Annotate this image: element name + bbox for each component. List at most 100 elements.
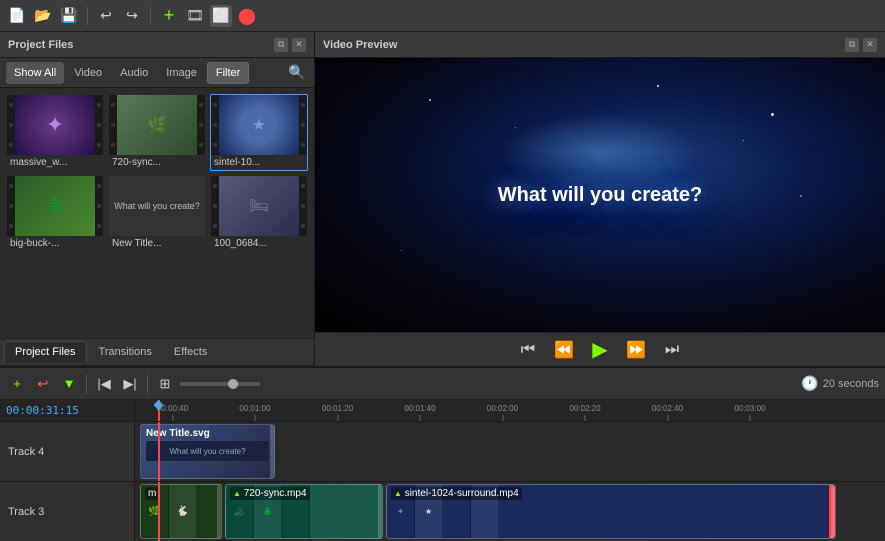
720sync-frame-1: 🏔 <box>226 485 254 539</box>
tab-effects[interactable]: Effects <box>164 341 217 363</box>
720sync-frame-2: 🌲 <box>254 485 282 539</box>
media-thumb-newtitle: What will you create? <box>109 176 205 236</box>
toolbar-separator-2 <box>150 7 151 25</box>
media-grid: ✦ massive_w... 🌿 <box>0 88 314 338</box>
720sync-frame-3 <box>282 485 310 539</box>
toolbar-separator-1 <box>87 7 88 25</box>
ruler-mark-200: 00:02:00 <box>487 404 518 421</box>
clip-resize-handle-right[interactable] <box>270 425 274 478</box>
clip-720sync[interactable]: 🏔 🌲 ▲ 720-sync.mp4 <box>225 484 383 540</box>
ruler-marks-container: 00:00:40 00:01:00 00:01:20 00:01:40 <box>135 400 885 421</box>
media-item-720sync[interactable]: 🌿 720-sync... <box>108 94 206 171</box>
preview-float-button[interactable]: ⧉ <box>845 38 859 52</box>
sintel-frame-1: ✦ <box>387 485 415 539</box>
tab-image[interactable]: Image <box>158 62 205 84</box>
main-toolbar: 📄 📂 💾 ↩ ↪ + 🎞 ⬜ ⬤ <box>0 0 885 32</box>
media-thumb-100068: 🛏 <box>211 176 307 236</box>
clip-svg-title: New Title.svg <box>146 428 269 439</box>
tab-show-all[interactable]: Show All <box>6 62 64 84</box>
media-label-100068: 100_0684... <box>211 236 307 251</box>
rewind-button[interactable]: ⏪ <box>550 336 578 364</box>
filter-tabs: Show All Video Audio Image Filter 🔍 <box>0 58 314 88</box>
search-button[interactable]: 🔍 <box>286 62 308 84</box>
timeline-tracks: New Title.svg What will you create? <box>135 422 885 541</box>
media-thumb-massive: ✦ <box>7 95 103 155</box>
project-files-title: Project Files <box>8 39 73 51</box>
track-4-label: Track 4 <box>0 422 134 482</box>
save-file-button[interactable]: 💾 <box>58 5 80 27</box>
sintel-frame-4 <box>471 485 499 539</box>
timeline-sep-1 <box>86 375 87 393</box>
media-thumb-sintel: ★ <box>211 95 307 155</box>
panel-close-button[interactable]: ✕ <box>292 38 306 52</box>
timeline-jump-end-button[interactable]: ▶| <box>119 373 141 395</box>
track3-playhead <box>158 482 160 541</box>
720sync-resize-handle[interactable] <box>378 485 382 539</box>
zoom-slider[interactable] <box>180 382 260 386</box>
ruler-mark-120: 00:01:20 <box>322 404 353 421</box>
clip-bigbuck[interactable]: 🌿 🐇 m <box>140 484 222 540</box>
ruler-mark-100: 00:01:00 <box>239 404 270 421</box>
sintel-resize-handle[interactable] <box>831 485 835 539</box>
ruler-mark-220: 00:02:20 <box>569 404 600 421</box>
ruler-mark-300: 00:03:00 <box>734 404 765 421</box>
timeline-view-button[interactable]: ⊞ <box>154 373 176 395</box>
timeline-jump-start-button[interactable]: |◀ <box>93 373 115 395</box>
play-button[interactable]: ▶ <box>586 336 614 364</box>
preview-panel-controls: ⧉ ✕ <box>845 38 877 52</box>
timeline-right: 00:00:40 00:01:00 00:01:20 00:01:40 <box>135 400 885 541</box>
add-clip-button[interactable]: + <box>158 5 180 27</box>
newtitle-preview-text: What will you create? <box>114 201 200 211</box>
timeline-filter-button[interactable]: ▼ <box>58 373 80 395</box>
media-item-100068[interactable]: 🛏 100_0684... <box>210 175 308 252</box>
new-file-button[interactable]: 📄 <box>6 5 28 27</box>
left-panel: Project Files ⧉ ✕ Show All Video Audio I… <box>0 32 315 366</box>
tab-video[interactable]: Video <box>66 62 110 84</box>
zoom-slider-thumb[interactable] <box>228 379 238 389</box>
track-3-label: Track 3 <box>0 482 134 541</box>
ruler-mark-240: 00:02:40 <box>652 404 683 421</box>
skip-to-start-button[interactable]: ⏮ <box>514 336 542 364</box>
transitions-toolbar-button[interactable]: 🎞 <box>184 5 206 27</box>
star-7 <box>771 113 774 116</box>
media-item-sintel[interactable]: ★ sintel-10... <box>210 94 308 171</box>
tab-project-files[interactable]: Project Files <box>4 341 87 363</box>
star-6 <box>401 250 402 251</box>
track-3-row: 🌿 🐇 m 🏔 <box>135 482 885 541</box>
main-content-area: Project Files ⧉ ✕ Show All Video Audio I… <box>0 32 885 366</box>
tab-transitions[interactable]: Transitions <box>89 341 162 363</box>
redo-button[interactable]: ↪ <box>121 5 143 27</box>
ruler-playhead <box>158 400 160 421</box>
timeline-ruler: 00:00:40 00:01:00 00:01:20 00:01:40 <box>135 400 885 422</box>
clip-sintel[interactable]: ✦ ★ ▲ sintel-1024-surround.mp4 <box>386 484 836 540</box>
export-button[interactable]: ⬜ <box>210 5 232 27</box>
timeline-section: + ↩ ▼ |◀ ▶| ⊞ 🕐 20 seconds 00:00:31:15 T… <box>0 366 885 541</box>
media-item-newtitle[interactable]: What will you create? New Title... <box>108 175 206 252</box>
preview-glow-effect <box>500 114 700 194</box>
video-preview-header: Video Preview ⧉ ✕ <box>315 32 885 58</box>
bigbuck-resize-handle[interactable] <box>217 485 221 539</box>
add-track-button[interactable]: + <box>6 373 28 395</box>
preview-close-button[interactable]: ✕ <box>863 38 877 52</box>
sintel-frame-3 <box>443 485 471 539</box>
tab-filter[interactable]: Filter <box>207 62 249 84</box>
undo-button[interactable]: ↩ <box>95 5 117 27</box>
panel-float-button[interactable]: ⧉ <box>274 38 288 52</box>
playback-controls: ⏮ ⏪ ▶ ⏩ ⏭ <box>315 332 885 366</box>
timeline-content: 00:00:31:15 Track 4 Track 3 00:00:40 00:… <box>0 400 885 541</box>
fast-forward-button[interactable]: ⏩ <box>622 336 650 364</box>
record-button[interactable]: ⬤ <box>236 5 258 27</box>
panel-controls: ⧉ ✕ <box>274 38 306 52</box>
media-label-massive: massive_w... <box>7 155 103 170</box>
media-item-massive[interactable]: ✦ massive_w... <box>6 94 104 171</box>
open-file-button[interactable]: 📂 <box>32 5 54 27</box>
media-item-bigbuck[interactable]: 🌲 big-buck-... <box>6 175 104 252</box>
video-preview-title: Video Preview <box>323 39 397 51</box>
timeline-undo-button[interactable]: ↩ <box>32 373 54 395</box>
tab-audio[interactable]: Audio <box>112 62 156 84</box>
time-display: 🕐 20 seconds <box>801 375 879 392</box>
bigbuck-frame-1: 🌿 <box>141 485 169 539</box>
skip-to-end-button[interactable]: ⏭ <box>658 336 686 364</box>
clip-new-title-svg[interactable]: New Title.svg What will you create? <box>140 424 275 479</box>
sintel-frame-5 <box>499 485 835 539</box>
